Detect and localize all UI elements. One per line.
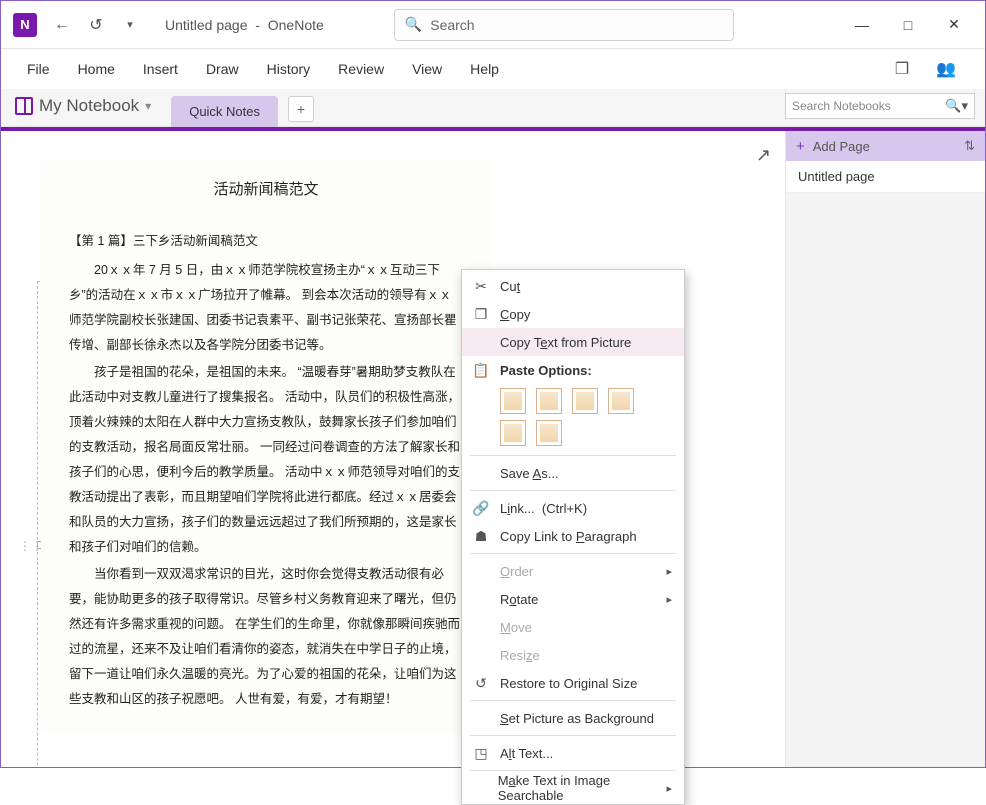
paste-merge[interactable] xyxy=(536,388,562,414)
menu-save-as[interactable]: Save As... xyxy=(462,459,684,487)
doc-paragraph: 当你看到一双双渴求常识的目光，这时你会觉得支教活动很有必要，能协助更多的孩子取得… xyxy=(69,562,463,712)
notebook-dropdown[interactable]: My Notebook ▾ xyxy=(11,90,163,126)
menu-insert[interactable]: Insert xyxy=(129,55,192,83)
menu-rotate[interactable]: Rotate ▸ xyxy=(462,585,684,613)
expand-icon[interactable]: ↗ xyxy=(756,145,771,166)
paste-options-row-2 xyxy=(462,420,684,452)
search-box[interactable]: 🔍 Search xyxy=(394,9,734,41)
add-page-bar[interactable]: + Add Page ⇅ xyxy=(786,131,985,161)
alt-text-icon: ◳ xyxy=(472,745,490,762)
paragraph-link-icon: ☗ xyxy=(472,528,490,545)
menu-make-text-searchable[interactable]: Make Text in Image Searchable ▸ xyxy=(462,774,684,802)
menu-set-picture-background[interactable]: Set Picture as Background xyxy=(462,704,684,732)
menu-alt-text[interactable]: ◳ Alt Text... xyxy=(462,739,684,767)
drag-handle-icon: ⋮⋮ xyxy=(19,539,31,551)
page-list-item[interactable]: Untitled page xyxy=(786,161,985,193)
link-icon: 🔗 xyxy=(472,500,490,517)
chevron-down-icon: ▾ xyxy=(145,99,151,113)
inserted-picture[interactable]: 活动新闻稿范文 【第 1 篇】三下乡活动新闻稿范文 20ｘｘ年 7 月 5 日，… xyxy=(41,161,491,734)
menu-cut[interactable]: ✂ Cut xyxy=(462,272,684,300)
doc-paragraph: 孩子是祖国的花朵，是祖国的未来。 “温暖春芽”暑期助梦支教队在此活动中对支教儿童… xyxy=(69,360,463,560)
paste-options-row xyxy=(462,384,684,420)
close-button[interactable]: ✕ xyxy=(931,5,977,45)
separator xyxy=(470,455,676,456)
submenu-arrow-icon: ▸ xyxy=(666,782,672,795)
menu-history[interactable]: History xyxy=(253,55,325,83)
menu-view[interactable]: View xyxy=(398,55,456,83)
restore-icon: ↺ xyxy=(472,675,490,692)
paste-icon: 📋 xyxy=(472,362,490,379)
menu-move: Move xyxy=(462,613,684,641)
minimize-button[interactable]: — xyxy=(839,5,885,45)
paste-keep-source[interactable] xyxy=(500,388,526,414)
share-icon[interactable]: 👥 xyxy=(931,54,961,84)
separator xyxy=(470,770,676,771)
paste-opt-6[interactable] xyxy=(536,420,562,446)
doc-paragraph: 20ｘｘ年 7 月 5 日，由ｘｘ师范学院校宣扬主办“ｘｘ互动三下乡”的活动在ｘ… xyxy=(69,258,463,358)
menu-copy[interactable]: ❐ Copy xyxy=(462,300,684,328)
add-page-label: Add Page xyxy=(813,139,870,154)
copy-icon: ❐ xyxy=(472,306,490,323)
separator xyxy=(470,490,676,491)
section-tab-quick-notes[interactable]: Quick Notes xyxy=(171,96,278,127)
plus-icon: + xyxy=(796,138,805,155)
context-menu: ✂ Cut ❐ Copy Copy Text from Picture 📋 Pa… xyxy=(461,269,685,805)
add-section-button[interactable]: + xyxy=(288,96,314,122)
search-notebooks-placeholder: Search Notebooks xyxy=(792,99,891,113)
sort-icon[interactable]: ⇅ xyxy=(964,138,975,154)
submenu-arrow-icon: ▸ xyxy=(666,565,672,578)
paste-picture[interactable] xyxy=(572,388,598,414)
notebook-name: My Notebook xyxy=(39,96,139,116)
menu-help[interactable]: Help xyxy=(456,55,513,83)
cut-icon: ✂ xyxy=(472,278,490,295)
search-icon: 🔍▾ xyxy=(945,98,968,114)
page-list-panel: + Add Page ⇅ Untitled page xyxy=(785,131,985,767)
separator xyxy=(470,735,676,736)
paste-text-only[interactable] xyxy=(608,388,634,414)
title-page: Untitled page xyxy=(165,17,248,33)
notebook-bar: My Notebook ▾ Quick Notes + Search Noteb… xyxy=(1,89,985,127)
menu-copy-link-paragraph[interactable]: ☗ Copy Link to Paragraph xyxy=(462,522,684,550)
menu-copy-text-from-picture[interactable]: Copy Text from Picture xyxy=(462,328,684,356)
separator xyxy=(470,553,676,554)
window-title: Untitled page - OneNote xyxy=(165,17,324,33)
separator xyxy=(470,700,676,701)
notebook-icon xyxy=(15,97,33,115)
undo-button[interactable]: ↺ xyxy=(81,10,111,40)
paste-opt-5[interactable] xyxy=(500,420,526,446)
menu-order: Order ▸ xyxy=(462,557,684,585)
menu-paste-options-header: 📋 Paste Options: xyxy=(462,356,684,384)
search-notebooks-box[interactable]: Search Notebooks 🔍▾ xyxy=(785,93,975,119)
maximize-button[interactable]: □ xyxy=(885,5,931,45)
menubar: File Home Insert Draw History Review Vie… xyxy=(1,49,985,89)
doc-subtitle: 【第 1 篇】三下乡活动新闻稿范文 xyxy=(69,229,463,254)
search-placeholder: Search xyxy=(430,17,474,33)
open-new-window-icon[interactable]: ❐ xyxy=(887,54,917,84)
title-bar: N ← ↺ ▾ Untitled page - OneNote 🔍 Search… xyxy=(1,1,985,49)
app-icon: N xyxy=(13,13,37,37)
menu-review[interactable]: Review xyxy=(324,55,398,83)
back-button[interactable]: ← xyxy=(47,10,77,40)
title-app: OneNote xyxy=(268,17,324,33)
submenu-arrow-icon: ▸ xyxy=(666,593,672,606)
menu-home[interactable]: Home xyxy=(64,55,129,83)
doc-title: 活动新闻稿范文 xyxy=(69,175,463,205)
menu-restore-original-size[interactable]: ↺ Restore to Original Size xyxy=(462,669,684,697)
menu-resize: Resize xyxy=(462,641,684,669)
menu-link[interactable]: 🔗 Link... (Ctrl+K) xyxy=(462,494,684,522)
window-controls: — □ ✕ xyxy=(839,5,977,45)
customize-qat-dropdown[interactable]: ▾ xyxy=(115,10,145,40)
search-icon: 🔍 xyxy=(405,16,422,33)
menu-file[interactable]: File xyxy=(13,55,64,83)
menu-draw[interactable]: Draw xyxy=(192,55,253,83)
